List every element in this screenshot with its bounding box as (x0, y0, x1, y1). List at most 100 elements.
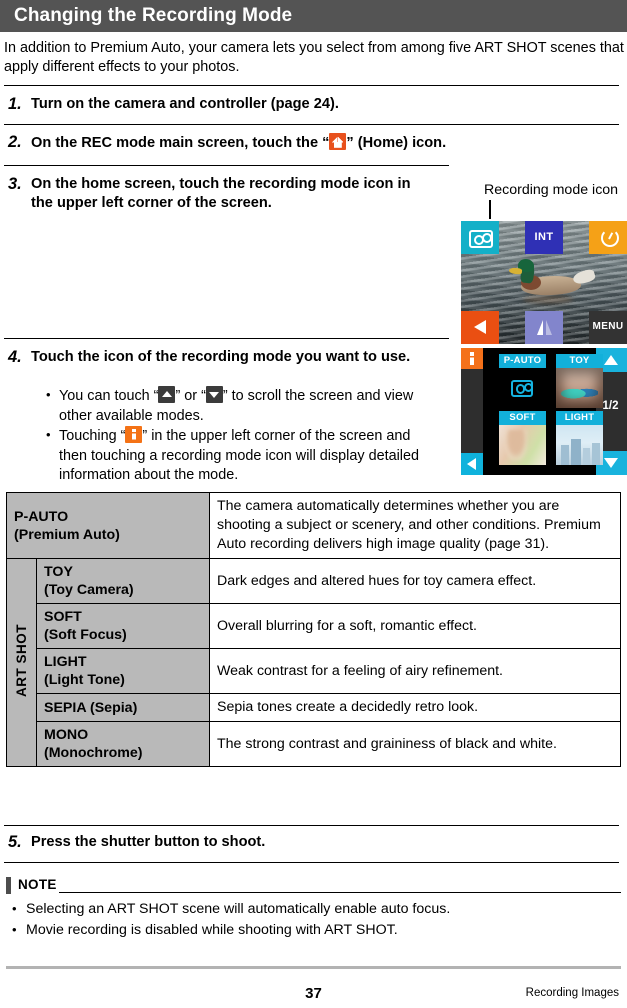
mode-name-line-1: P-AUTO (14, 508, 69, 525)
mode-screen-left-bar (461, 369, 483, 453)
duck-beak (508, 267, 523, 275)
camera-icon (511, 380, 533, 397)
note-item: Movie recording is disabled while shooti… (10, 919, 620, 941)
mode-cell-light-label: LIGHT (556, 411, 603, 425)
table-row: SOFT (Soft Focus) Overall blurring for a… (7, 603, 621, 649)
step-5-number: 5. (8, 833, 22, 851)
mode-name-line-2: (Toy Camera) (44, 582, 134, 598)
table-row: LIGHT (Light Tone) Weak contrast for a f… (7, 648, 621, 694)
step-1-number: 1. (8, 95, 22, 113)
step-5-text: Press the shutter button to shoot. (31, 834, 266, 850)
triangle-left-icon (474, 320, 486, 334)
step-4-bullet-2: Touching “” in the upper left corner of … (46, 425, 438, 486)
mode-name-line-1: TOY (44, 564, 73, 580)
mode-name-line-2: (Light Tone) (44, 672, 125, 688)
mode-name-line-2: (Premium Auto) (14, 526, 120, 543)
table-cell-mode-desc: The camera automatically determines whet… (209, 492, 621, 559)
table-group-label-art-shot: ART SHOT (6, 558, 37, 767)
page-title: Changing the Recording Mode (14, 5, 293, 26)
note-rule (59, 892, 621, 893)
mode-name-line-2: (Monochrome) (44, 745, 143, 761)
table-cell-mode-desc: Overall blurring for a soft, romantic ef… (209, 603, 621, 649)
table-cell-mode-desc: Sepia tones create a decidedly retro loo… (209, 693, 621, 722)
note-marker (6, 877, 11, 894)
bullet-1-part2: ” or “ (175, 388, 206, 404)
step-divider-3 (4, 165, 449, 166)
table-row: SEPIA (Sepia) Sepia tones create a decid… (7, 693, 621, 722)
flip-icon (537, 320, 552, 335)
home-tile-interval[interactable]: INT (525, 221, 563, 254)
table-cell-mode-name: TOY (Toy Camera) (36, 558, 210, 604)
mode-name-line-1: LIGHT (44, 654, 87, 670)
mode-cell-soft-label: SOFT (499, 411, 546, 425)
table-row: MONO (Monochrome) The strong contrast an… (7, 721, 621, 767)
home-tile-flip[interactable] (525, 311, 563, 344)
mode-cell-p-auto-thumb (499, 368, 546, 408)
mode-name-line-1: SEPIA (Sepia) (44, 699, 138, 716)
camera-icon (469, 230, 493, 248)
mode-cell-toy-label: TOY (556, 354, 603, 368)
callout-label: Recording mode icon (484, 182, 619, 198)
table-cell-mode-desc: Dark edges and altered hues for toy came… (209, 558, 621, 604)
mode-name-line-1: SOFT (44, 609, 82, 625)
mode-name-line-1: MONO (44, 727, 89, 743)
art-shot-vertical-label: ART SHOT (14, 624, 29, 697)
table-cell-mode-name: SOFT (Soft Focus) (36, 603, 210, 649)
intro-paragraph: In addition to Premium Auto, your camera… (4, 40, 624, 75)
page-header-bar: Changing the Recording Mode (0, 0, 627, 32)
home-tile-interval-label: INT (534, 231, 554, 243)
footer-section-label: Recording Images (525, 987, 619, 999)
table-cell-mode-name: SEPIA (Sepia) (36, 693, 210, 722)
footer-divider (6, 966, 621, 969)
table-cell-mode-desc: The strong contrast and graininess of bl… (209, 721, 621, 767)
step-4-bullets: You can touch “” or “” to scroll the scr… (46, 385, 438, 486)
step-3-number: 3. (8, 175, 22, 193)
timer-icon (601, 229, 619, 247)
home-tile-menu[interactable]: MENU (589, 311, 627, 344)
home-icon (329, 133, 347, 150)
camera-home-screen: INT MENU (461, 221, 627, 344)
mode-screen-back-button[interactable] (461, 453, 483, 475)
home-tile-back[interactable] (461, 311, 499, 344)
arrow-up-icon (158, 386, 176, 403)
table-cell-mode-name: P-AUTO (Premium Auto) (6, 492, 210, 559)
step-divider-6 (4, 862, 619, 863)
step-divider-2 (4, 124, 619, 125)
step-4-number: 4. (8, 348, 22, 366)
bullet-2-part1: Touching “ (59, 428, 126, 444)
step-4-bullet-1: You can touch “” or “” to scroll the scr… (46, 385, 438, 426)
table-cell-mode-desc: Weak contrast for a feeling of airy refi… (209, 648, 621, 694)
step-2-text-after: ” (Home) icon. (346, 135, 447, 151)
home-tile-menu-label: MENU (592, 321, 624, 332)
note-item: Selecting an ART SHOT scene will automat… (10, 898, 620, 920)
table-cell-mode-name: MONO (Monochrome) (36, 721, 210, 767)
step-4-text: Touch the icon of the recording mode you… (31, 349, 411, 365)
step-3-text: On the home screen, touch the recording … (31, 176, 411, 211)
note-title: NOTE (18, 877, 57, 892)
home-tile-recording-mode[interactable] (461, 221, 499, 254)
recording-mode-table: P-AUTO (Premium Auto) The camera automat… (6, 492, 621, 767)
info-icon[interactable] (461, 348, 483, 369)
mode-cell-p-auto-label: P-AUTO (499, 354, 546, 368)
step-divider-5 (4, 825, 619, 826)
mode-cell-toy-thumb (556, 368, 603, 408)
table-cell-mode-name: LIGHT (Light Tone) (36, 648, 210, 694)
mode-cell-p-auto[interactable]: P-AUTO (499, 354, 546, 408)
step-divider-4 (4, 338, 449, 339)
mode-cell-light[interactable]: LIGHT (556, 411, 603, 465)
home-tile-self-timer[interactable] (589, 221, 627, 254)
table-row: ART SHOT TOY (Toy Camera) Dark edges and… (6, 558, 621, 767)
mode-cell-soft[interactable]: SOFT (499, 411, 546, 465)
arrow-down-icon (205, 386, 223, 403)
mode-cell-toy[interactable]: TOY (556, 354, 603, 408)
callout-leader-line (489, 200, 491, 219)
step-2-text: On the REC mode main screen, touch the “… (31, 133, 611, 153)
mode-cell-light-thumb (556, 425, 603, 465)
duck-reflection (523, 295, 573, 304)
mode-cell-soft-thumb (499, 425, 546, 465)
note-items: Selecting an ART SHOT scene will automat… (10, 898, 620, 941)
mode-name-line-2: (Soft Focus) (44, 627, 127, 643)
step-2-text-before: On the REC mode main screen, touch the “ (31, 135, 330, 151)
info-icon (125, 426, 143, 443)
bullet-1-part1: You can touch “ (59, 388, 159, 404)
